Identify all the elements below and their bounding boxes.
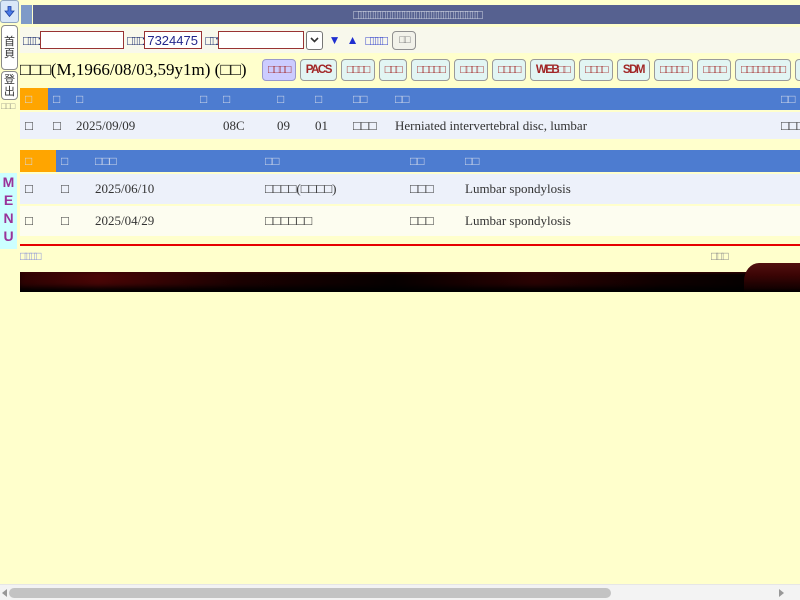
footer-link[interactable]: □□□□ xyxy=(20,249,39,263)
cell: 08C xyxy=(218,112,272,139)
scroll-left-icon[interactable] xyxy=(2,589,7,597)
horizontal-scrollbar[interactable] xyxy=(0,584,800,600)
cell: □ xyxy=(56,174,90,204)
column-header: □ xyxy=(218,88,272,110)
toolbar-button-5[interactable]: □□□□□ xyxy=(411,59,450,81)
dropdown-select[interactable] xyxy=(306,31,323,50)
footer-label: □□□ xyxy=(711,249,727,263)
cell: 09 xyxy=(272,112,310,139)
sidebar-caption: □□□ xyxy=(1,101,19,111)
cell: □ xyxy=(20,112,48,139)
red-divider xyxy=(20,244,800,246)
column-header: □□ xyxy=(405,150,460,172)
toolbar-button-3[interactable]: □□□□ xyxy=(341,59,375,81)
patient-summary: □□□(M,1966/08/03,59y1m) (□□) xyxy=(20,60,262,80)
toolbar-button-1[interactable]: □□□□ xyxy=(262,59,296,81)
toolbar-button-12[interactable]: □□□□ xyxy=(697,59,731,81)
sort-descending-button[interactable]: ▼ xyxy=(329,33,341,47)
bottom-menu-bar-tab xyxy=(744,263,800,292)
menu-toggle[interactable]: M E N U xyxy=(0,173,17,249)
column-header: □□ xyxy=(460,150,800,172)
bottom-menu-bar xyxy=(20,272,800,292)
search-form: □□□: □□□: □□: ▼ ▲ □□□□ □□ xyxy=(20,27,800,53)
column-header: □ xyxy=(71,88,195,110)
toolbar-button-11[interactable]: □□□□□ xyxy=(654,59,693,81)
column-header: □ xyxy=(310,88,348,110)
visit-row[interactable]: □ □ 2025/09/09 08C 09 01 □□□ Herniated i… xyxy=(20,112,800,139)
cell: 2025/04/29 xyxy=(90,206,260,236)
field1-input[interactable] xyxy=(40,31,124,49)
toolbar-button-13[interactable]: □□□□□□□□ xyxy=(735,59,791,81)
column-header: □ xyxy=(20,88,48,110)
field1-label: □□□: xyxy=(23,33,38,48)
toolbar-button-7[interactable]: □□□□ xyxy=(492,59,526,81)
cell: Lumbar spondylosis xyxy=(460,174,800,204)
sdm-button[interactable]: SDM xyxy=(617,59,650,81)
home-button[interactable]: 首頁 xyxy=(1,25,18,70)
cell: □□□□(□□□□) xyxy=(260,174,405,204)
toolbar-button-more[interactable]: ... xyxy=(795,59,800,81)
cell xyxy=(195,112,218,139)
visit-table-header: □ □ □ □ □ □ □ □□ □□ □□ xyxy=(20,88,800,110)
field3-label: □□: xyxy=(205,33,215,48)
menu-letter: U xyxy=(0,227,17,245)
patient-id-input[interactable] xyxy=(144,31,202,49)
toolbar-button-6[interactable]: □□□□ xyxy=(454,59,488,81)
column-header: □□ xyxy=(776,88,800,110)
app-window: 首頁 登出 □□□ M E N U □□□□□□□□□□□□□□□□□□□□□□… xyxy=(0,0,800,600)
chevron-down-icon xyxy=(310,37,319,43)
down-arrow-icon xyxy=(3,5,16,18)
history-table: □ □ □□□ □□ □□ □□ □ □ 2025/06/10 □□□□(□□□… xyxy=(20,150,800,238)
menu-letter: N xyxy=(0,209,17,227)
column-header: □□ xyxy=(260,150,405,172)
cell: Herniated intervertebral disc, lumbar xyxy=(390,112,776,139)
titlebar-handle xyxy=(21,5,32,24)
history-row[interactable]: □ □ 2025/06/10 □□□□(□□□□) □□□ Lumbar spo… xyxy=(20,174,800,204)
sort-ascending-button[interactable]: ▲ xyxy=(347,33,359,47)
toolbar-button-9[interactable]: □□□□ xyxy=(579,59,613,81)
column-header: □ xyxy=(48,88,71,110)
history-table-header: □ □ □□□ □□ □□ □□ xyxy=(20,150,800,172)
cell: □□□ xyxy=(776,112,800,139)
column-header: □□ xyxy=(348,88,390,110)
column-header: □ xyxy=(272,88,310,110)
pacs-button[interactable]: PACS xyxy=(300,59,337,81)
menu-letter: E xyxy=(0,191,17,209)
window-title: □□□□□□□□□□□□□□□□□□□□□□□□□□ xyxy=(33,5,800,24)
scroll-right-icon[interactable] xyxy=(779,589,784,597)
cell: □ xyxy=(56,206,90,236)
history-row[interactable]: □ □ 2025/04/29 □□□□□□ □□□ Lumbar spondyl… xyxy=(20,206,800,236)
cell: 01 xyxy=(310,112,348,139)
visit-table: □ □ □ □ □ □ □ □□ □□ □□ □ □ 2025/09/09 08… xyxy=(20,88,800,139)
web-button[interactable]: WEB□□ xyxy=(530,59,575,81)
cell: □ xyxy=(20,174,56,204)
cell: □ xyxy=(48,112,71,139)
quick-link[interactable]: □□□□ xyxy=(365,33,384,48)
column-header: □□ xyxy=(390,88,776,110)
cell: 2025/09/09 xyxy=(71,112,195,139)
column-header: □□□ xyxy=(90,150,260,172)
cell: □□□□□□ xyxy=(260,206,405,236)
cell: □□□ xyxy=(405,206,460,236)
column-header: □ xyxy=(20,150,56,172)
cell: Lumbar spondylosis xyxy=(460,206,800,236)
field2-label: □□□: xyxy=(127,33,142,48)
scrollbar-thumb[interactable] xyxy=(9,588,611,598)
cell: □ xyxy=(20,206,56,236)
patient-toolbar-row: □□□(M,1966/08/03,59y1m) (□□) □□□□ PACS □… xyxy=(20,55,800,85)
logout-button[interactable]: 登出 xyxy=(1,71,18,100)
toolbar-button-4[interactable]: □□□ xyxy=(379,59,407,81)
column-header: □ xyxy=(56,150,90,172)
menu-letter: M xyxy=(0,173,17,191)
field3-input[interactable] xyxy=(218,31,304,49)
cell: 2025/06/10 xyxy=(90,174,260,204)
collapse-sidebar-button[interactable] xyxy=(0,0,19,23)
column-header: □ xyxy=(195,88,218,110)
cell: □□□ xyxy=(348,112,390,139)
query-button[interactable]: □□ xyxy=(392,31,416,50)
cell: □□□ xyxy=(405,174,460,204)
